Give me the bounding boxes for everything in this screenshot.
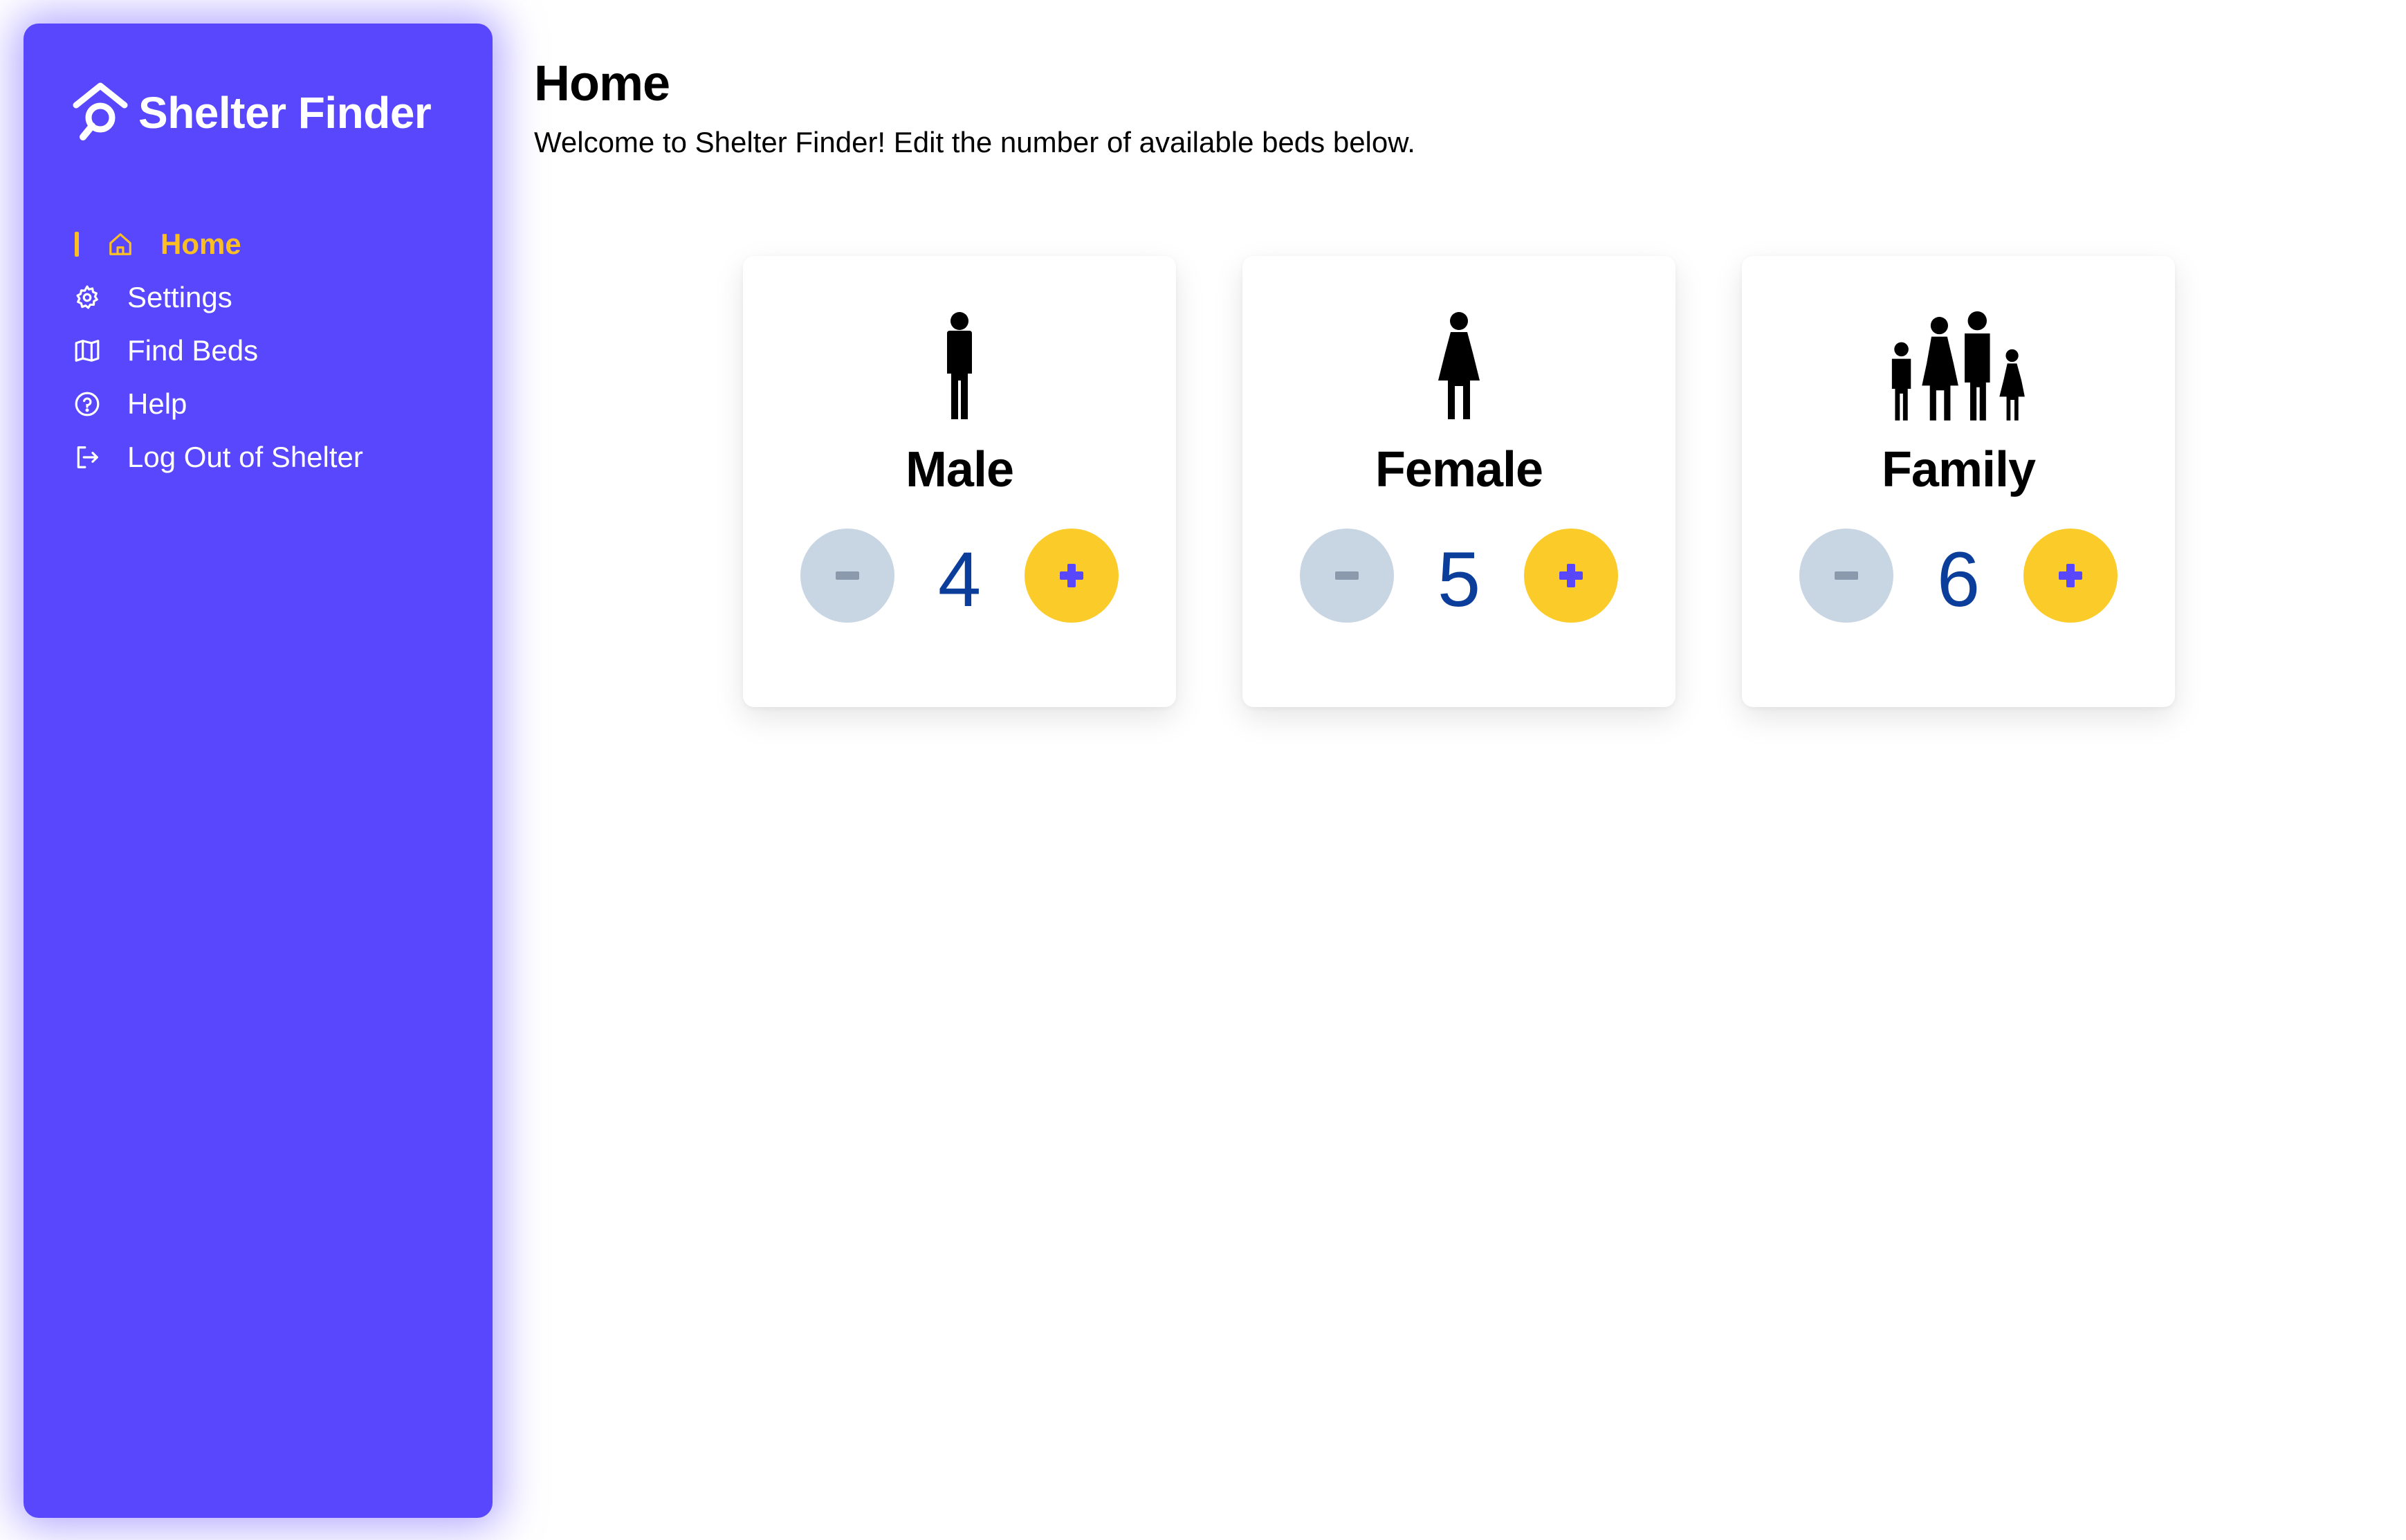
sidebar-item-label: Settings bbox=[127, 280, 232, 313]
main-content: Home Welcome to Shelter Finder! Edit the… bbox=[534, 55, 2406, 159]
decrement-button[interactable] bbox=[1799, 529, 1893, 623]
bed-cards: Male 4 Female 5 Family 6 bbox=[743, 256, 2175, 707]
bed-card-female: Female 5 bbox=[1242, 256, 1675, 707]
sidebar-item-home[interactable]: Home bbox=[48, 217, 477, 271]
increment-button[interactable] bbox=[2023, 529, 2118, 623]
sidebar-item-logout[interactable]: Log Out of Shelter bbox=[48, 430, 477, 484]
home-icon bbox=[107, 230, 134, 258]
card-label: Family bbox=[1881, 442, 2036, 497]
bed-counter: 5 bbox=[1300, 529, 1618, 623]
sidebar-item-label: Log Out of Shelter bbox=[127, 440, 363, 473]
bed-card-male: Male 4 bbox=[743, 256, 1176, 707]
sidebar-item-label: Find Beds bbox=[127, 333, 259, 367]
decrement-button[interactable] bbox=[1300, 529, 1394, 623]
sidebar-nav: Home Settings Find Beds Help Log Out of … bbox=[48, 217, 477, 484]
increment-button[interactable] bbox=[1025, 529, 1119, 623]
male-person-icon bbox=[883, 311, 1036, 422]
bed-card-family: Family 6 bbox=[1742, 256, 2175, 707]
map-icon bbox=[73, 337, 101, 365]
help-circle-icon bbox=[73, 390, 101, 418]
minus-icon bbox=[1835, 571, 1858, 580]
plus-icon bbox=[1559, 564, 1583, 587]
logout-icon bbox=[73, 443, 101, 471]
sidebar-item-help[interactable]: Help bbox=[48, 377, 477, 430]
card-label: Female bbox=[1375, 442, 1543, 497]
bed-counter: 6 bbox=[1799, 529, 2118, 623]
increment-button[interactable] bbox=[1524, 529, 1618, 623]
active-indicator bbox=[75, 232, 79, 257]
decrement-button[interactable] bbox=[800, 529, 894, 623]
page-title: Home bbox=[534, 56, 670, 111]
gear-icon bbox=[73, 284, 101, 311]
brand-name: Shelter Finder bbox=[138, 88, 432, 138]
card-label: Male bbox=[905, 442, 1014, 497]
sidebar: Shelter Finder Home Settings Find Beds H… bbox=[24, 24, 493, 1518]
family-icon bbox=[1882, 311, 2035, 422]
bed-count: 6 bbox=[1936, 536, 1981, 623]
minus-icon bbox=[1335, 571, 1359, 580]
bed-count: 4 bbox=[937, 536, 982, 623]
bed-count: 5 bbox=[1437, 536, 1481, 623]
plus-icon bbox=[1060, 564, 1083, 587]
sidebar-item-settings[interactable]: Settings bbox=[48, 271, 477, 324]
minus-icon bbox=[836, 571, 859, 580]
brand-logo[interactable]: Shelter Finder bbox=[72, 82, 432, 144]
sidebar-item-find-beds[interactable]: Find Beds bbox=[48, 324, 477, 377]
sidebar-item-label: Home bbox=[160, 227, 241, 260]
sidebar-item-label: Help bbox=[127, 387, 187, 420]
plus-icon bbox=[2059, 564, 2082, 587]
page-subtitle: Welcome to Shelter Finder! Edit the numb… bbox=[534, 126, 1415, 158]
bed-counter: 4 bbox=[800, 529, 1119, 623]
shelter-search-icon bbox=[73, 82, 128, 140]
female-person-icon bbox=[1383, 311, 1535, 422]
